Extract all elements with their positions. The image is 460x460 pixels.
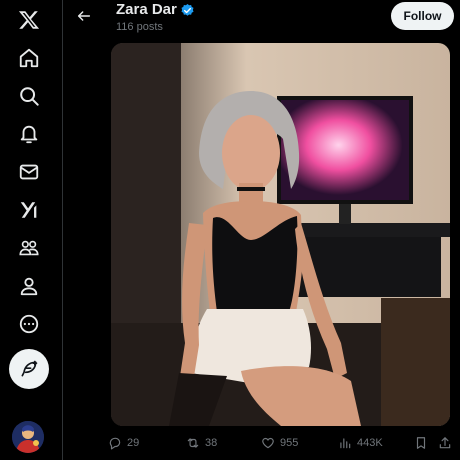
reply-count: 29 — [127, 437, 140, 449]
profile-header: Zara Dar 116 posts Follow — [63, 0, 460, 38]
repost-icon — [187, 438, 199, 448]
column-divider — [62, 0, 63, 460]
photo-scene — [111, 43, 450, 426]
messages-envelope-icon[interactable] — [9, 152, 49, 192]
x-logo-icon[interactable] — [9, 0, 49, 40]
verified-badge-icon — [181, 3, 194, 16]
repost-button[interactable]: 38 — [186, 432, 217, 454]
like-button[interactable]: 955 — [261, 432, 298, 454]
views-bar-chart-icon — [340, 438, 351, 449]
left-nav-rail — [0, 0, 58, 460]
communities-icon[interactable] — [9, 228, 49, 268]
home-icon[interactable] — [9, 38, 49, 78]
repost-count: 38 — [205, 437, 218, 449]
post-media-image[interactable] — [111, 43, 450, 426]
bookmark-icon — [416, 437, 426, 449]
post-action-bar: 29 38 955 443K — [108, 432, 460, 454]
notifications-bell-icon[interactable] — [9, 114, 49, 154]
view-count: 443K — [357, 437, 383, 449]
share-button[interactable] — [438, 432, 452, 454]
profile-icon[interactable] — [9, 266, 49, 306]
feather-compose-icon — [21, 360, 38, 377]
like-count: 955 — [280, 437, 299, 449]
grok-icon[interactable] — [9, 190, 49, 230]
reply-bubble-icon — [109, 437, 121, 450]
profile-name: Zara Dar — [116, 1, 177, 18]
share-upload-icon — [439, 437, 451, 449]
post-count: 116 posts — [116, 21, 163, 33]
follow-button[interactable]: Follow — [391, 2, 454, 30]
search-icon[interactable] — [9, 76, 49, 116]
reply-button[interactable]: 29 — [108, 432, 139, 454]
views-button[interactable]: 443K — [338, 432, 383, 454]
back-button[interactable] — [71, 3, 97, 29]
more-circle-icon[interactable] — [9, 304, 49, 344]
arrow-left-icon — [77, 11, 91, 21]
account-avatar[interactable] — [12, 421, 44, 453]
avatar-image — [12, 421, 44, 453]
bookmark-button[interactable] — [414, 432, 428, 454]
heart-icon — [262, 437, 274, 449]
compose-post-button[interactable] — [9, 349, 49, 389]
